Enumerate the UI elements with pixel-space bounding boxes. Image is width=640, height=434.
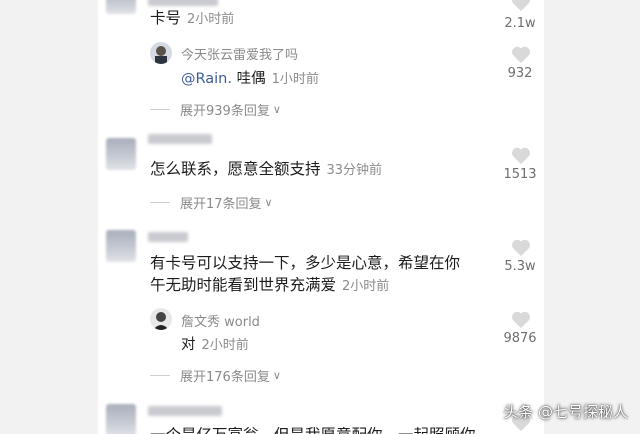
reply-username[interactable]: 今天张云雷爱我了吗 [181, 44, 298, 63]
reply-username[interactable]: 詹文秀 world [181, 311, 260, 330]
comment-text: 怎么联系，愿意全额支持 33分钟前 [150, 160, 383, 178]
username[interactable] [148, 134, 212, 144]
like-count: 9876 [503, 331, 537, 346]
heart-icon[interactable] [510, 237, 532, 257]
like-count: 5.3w [504, 259, 536, 274]
comment-text: 卡号 2小时前 [150, 9, 235, 27]
heart-icon[interactable] [510, 145, 532, 165]
reply-time: 2小时前 [201, 338, 249, 353]
reply-text: 对 2小时前 [181, 337, 249, 353]
comment-time: 33分钟前 [326, 163, 383, 178]
mention-link[interactable]: @Rain. [181, 71, 232, 87]
watermark: 头条 @七号探秘人 [503, 403, 628, 421]
reply-avatar[interactable] [150, 308, 172, 330]
avatar[interactable] [106, 138, 136, 170]
avatar[interactable] [106, 0, 136, 14]
like-count: 2.1w [504, 16, 536, 31]
comment-text-continued: 午无助时能看到世界充满爱 2小时前 [150, 276, 390, 294]
chevron-down-icon: ∨ [264, 196, 273, 209]
username[interactable] [148, 406, 222, 416]
heart-icon[interactable] [510, 309, 532, 329]
chevron-down-icon: ∨ [272, 103, 281, 116]
heart-icon[interactable] [510, 0, 532, 12]
like-count: 932 [507, 66, 533, 81]
username[interactable] [148, 232, 188, 242]
expand-replies-button[interactable]: 展开17条回复 ∨ [150, 193, 273, 212]
comment-text: 有卡号可以支持一下，多少是心意，希望在你 [150, 254, 461, 272]
comment-list: 卡号 2小时前 2.1w 今天张云雷爱我了吗 @Rain. 哇偶 1小时前 932 … [98, 0, 544, 434]
comment-time: 2小时前 [342, 279, 390, 294]
like-count: 1513 [503, 167, 537, 182]
comment-screen: 卡号 2小时前 2.1w 今天张云雷爱我了吗 @Rain. 哇偶 1小时前 932 … [0, 0, 640, 434]
comment-time: 2小时前 [187, 12, 235, 27]
heart-icon[interactable] [510, 44, 532, 64]
comment-text: 一个是亿万富翁，但是我愿意配你，一起照顾你 [150, 425, 476, 434]
avatar[interactable] [106, 404, 136, 434]
reply-avatar[interactable] [150, 42, 172, 64]
expand-replies-button[interactable]: 展开176条回复 ∨ [150, 366, 281, 385]
reply-text: @Rain. 哇偶 1小时前 [181, 71, 319, 87]
chevron-down-icon: ∨ [272, 369, 281, 382]
avatar[interactable] [106, 230, 136, 262]
username[interactable] [148, 0, 218, 6]
expand-replies-button[interactable]: 展开939条回复 ∨ [150, 100, 281, 119]
reply-time: 1小时前 [271, 72, 319, 87]
